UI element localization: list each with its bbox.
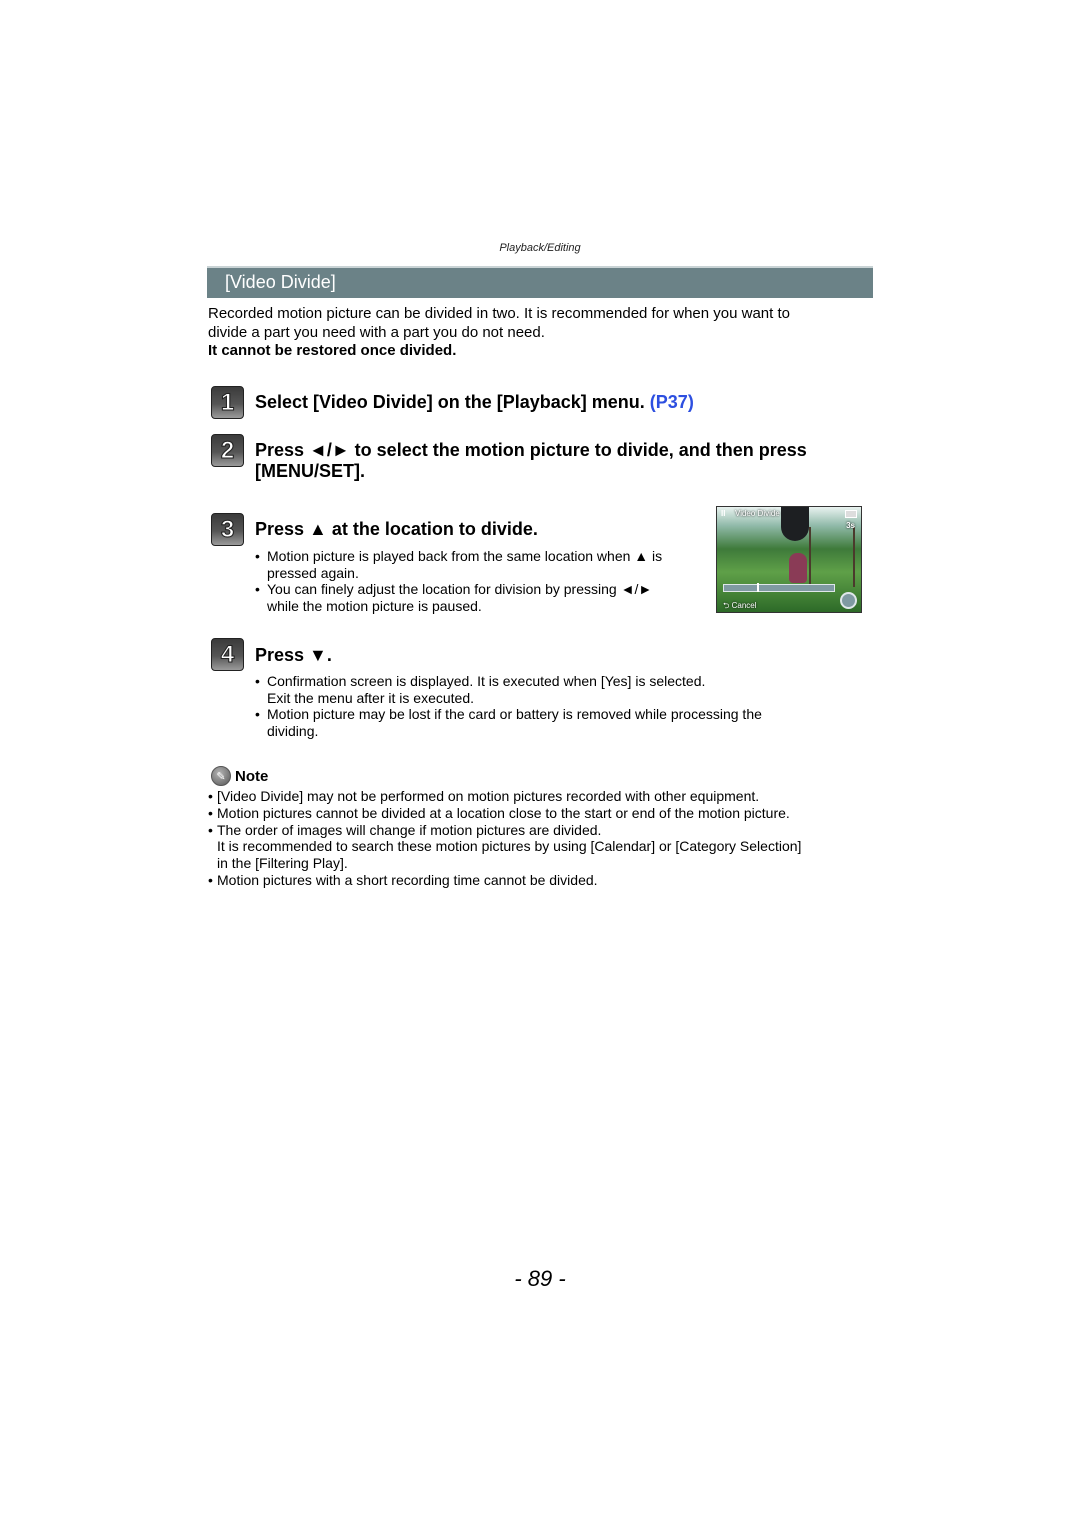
note-line: Motion pictures with a short recording t… (217, 871, 598, 888)
step-2-title: Press ◄/► to select the motion picture t… (255, 440, 807, 482)
tire-swing-graphic (781, 507, 809, 541)
step-2-line-2: [MENU/SET]. (255, 461, 365, 481)
step-3-badge: 3 (211, 513, 244, 546)
step-number: 4 (220, 640, 235, 668)
child-graphic (789, 553, 807, 583)
step-number: 1 (220, 388, 235, 416)
step-number: 3 (220, 515, 235, 543)
step-1-badge: 1 (211, 386, 244, 419)
note-line: in the [Filtering Play]. (217, 855, 348, 872)
bullet-icon: • (255, 581, 260, 598)
running-header: Playback/Editing (499, 242, 581, 254)
bullet-line: Motion picture may be lost if the card o… (267, 706, 762, 723)
warning-text: It cannot be restored once divided. (208, 342, 457, 359)
page-number: - 89 - (514, 1266, 566, 1291)
bullet-icon: • (208, 788, 213, 804)
note-heading: ✎ Note (211, 766, 268, 786)
list-item: • Motion pictures with a short recording … (208, 872, 878, 889)
step-3-title: Press ▲ at the location to divide. (255, 519, 538, 539)
swing-frame-graphic (809, 527, 855, 587)
cancel-label: ⮌ Cancel (723, 601, 757, 610)
intro-paragraph: Recorded motion picture can be divided i… (208, 304, 874, 342)
note-line: The order of images will change if motio… (217, 821, 602, 838)
bullet-icon: • (255, 706, 260, 723)
step-1-text: Select [Video Divide] on the [Playback] … (255, 392, 645, 412)
step-4-bullets: • Confirmation screen is displayed. It is… (255, 673, 762, 739)
bullet-line: pressed again. (267, 564, 359, 581)
camera-screen-preview: II Video Divide 3s ⮌ Cancel (716, 506, 862, 613)
step-3-bullets: • Motion picture is played back from the … (255, 548, 662, 614)
bullet-icon: • (208, 871, 213, 888)
screen-title: Video Divide (735, 509, 780, 518)
section-title-bar: [Video Divide] (207, 266, 873, 298)
bullet-icon: • (208, 804, 213, 821)
list-item: • You can finely adjust the location for … (255, 581, 662, 614)
bullet-line: while the motion picture is paused. (267, 597, 482, 614)
note-line: [Video Divide] may not be performed on m… (217, 788, 760, 804)
list-item: • Motion pictures cannot be divided at a … (208, 805, 878, 822)
bullet-line: dividing. (267, 722, 319, 739)
step-2-line-1: Press ◄/► to select the motion picture t… (255, 440, 807, 460)
note-list: • [Video Divide] may not be performed on … (208, 788, 878, 889)
page-reference-link[interactable]: (P37) (650, 392, 694, 412)
battery-icon (845, 510, 857, 518)
step-4-badge: 4 (211, 638, 244, 671)
bullet-line: Motion picture is played back from the s… (267, 548, 663, 564)
section-title: [Video Divide] (225, 272, 336, 292)
intro-line-2: divide a part you need with a part you d… (208, 324, 545, 341)
bullet-line: You can finely adjust the location for d… (267, 581, 653, 598)
list-item: • Confirmation screen is displayed. It is… (255, 673, 762, 706)
note-line: Motion pictures cannot be divided at a l… (217, 804, 790, 821)
intro-line-1: Recorded motion picture can be divided i… (208, 305, 790, 322)
list-item: • Motion picture is played back from the … (255, 548, 662, 581)
list-item: • The order of images will change if moti… (208, 822, 878, 872)
bullet-icon: • (255, 673, 260, 689)
bullet-line: Exit the menu after it is executed. (267, 689, 474, 706)
bullet-icon: • (208, 821, 213, 838)
pause-icon: II (721, 509, 726, 518)
bullet-icon: • (255, 548, 260, 564)
list-item: • Motion picture may be lost if the card … (255, 706, 762, 739)
step-number: 2 (220, 436, 235, 464)
progress-bar (723, 584, 835, 592)
pencil-icon: ✎ (211, 766, 231, 786)
step-1-title: Select [Video Divide] on the [Playback] … (255, 392, 694, 413)
elapsed-time: 3s (846, 521, 855, 530)
step-4-title: Press ▼. (255, 645, 332, 665)
list-item: • [Video Divide] may not be performed on … (208, 788, 878, 805)
cursor-pad-icon (840, 592, 857, 609)
note-label: Note (235, 767, 269, 785)
step-2-badge: 2 (211, 434, 244, 467)
divide-position-marker (757, 583, 759, 592)
bullet-line: Confirmation screen is displayed. It is … (267, 673, 706, 689)
note-line: It is recommended to search these motion… (217, 838, 802, 855)
